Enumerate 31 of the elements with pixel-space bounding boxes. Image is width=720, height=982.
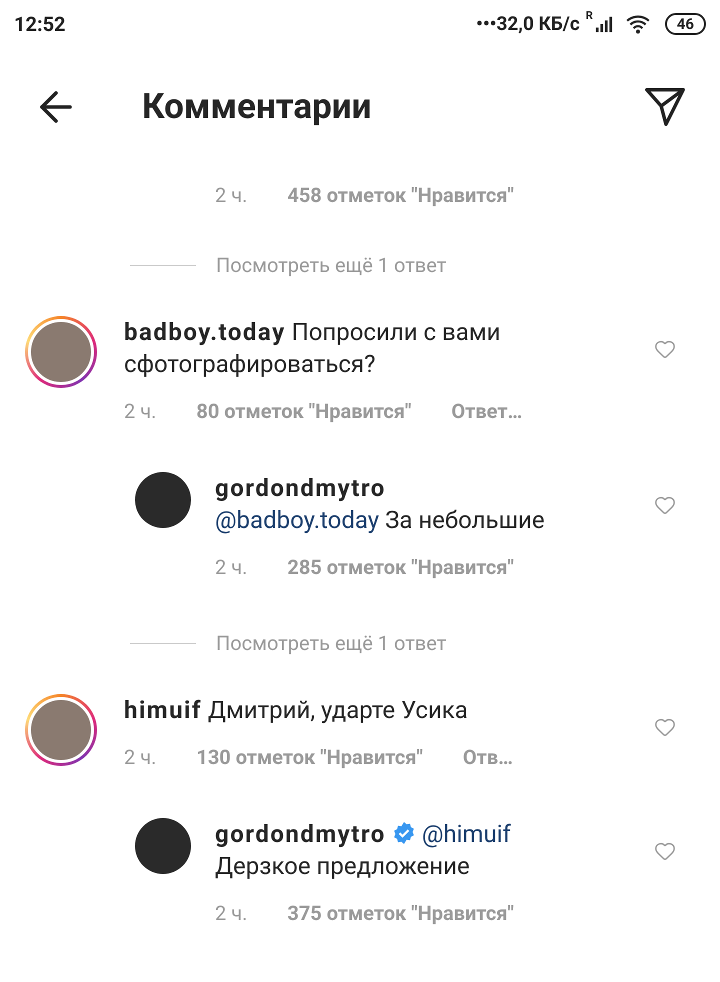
likes-count[interactable]: 80 отметок "Нравится"	[196, 396, 412, 426]
battery-indicator: 46	[664, 13, 706, 35]
timestamp: 2 ч.	[215, 182, 248, 209]
view-more-replies-link[interactable]: Посмотреть ещё 1 ответ	[216, 628, 446, 658]
comment-text: gordondmytro @himuif Дерзкое предложение	[215, 819, 512, 882]
like-heart-icon[interactable]	[654, 716, 676, 738]
timestamp: 2 ч.	[215, 554, 248, 581]
status-time: 12:52	[14, 11, 66, 38]
likes-count[interactable]: 375 отметок "Нравится"	[287, 898, 514, 928]
network-speed: •••32,0 КБ/с	[476, 10, 580, 37]
page-title: Комментарии	[142, 84, 372, 129]
roaming-indicator: R	[586, 8, 593, 24]
likes-count[interactable]: 458 отметок "Нравится"	[287, 180, 514, 210]
view-more-replies-link[interactable]: Посмотреть ещё 1 ответ	[216, 250, 446, 280]
timestamp: 2 ч.	[124, 398, 156, 425]
timestamp: 2 ч.	[215, 900, 248, 927]
comment-text: himuif Дмитрий, ударте Усика	[124, 695, 469, 726]
like-heart-icon[interactable]	[654, 494, 676, 516]
likes-count[interactable]: 130 отметок "Нравится"	[196, 742, 423, 772]
like-heart-icon[interactable]	[654, 338, 676, 360]
timestamp: 2 ч.	[124, 744, 156, 771]
signal-icon	[594, 14, 613, 34]
like-heart-icon[interactable]	[654, 840, 676, 862]
comment-text: badboy.today Попросили с вами сфотографироваться?	[124, 317, 502, 380]
reply-link[interactable]: Отв…	[462, 742, 513, 772]
wifi-icon	[624, 13, 651, 35]
mention-link[interactable]: @himuif	[422, 820, 511, 848]
likes-count[interactable]: 285 отметок "Нравится"	[287, 552, 514, 582]
comment-text: gordondmytro @badboy.today За небольшие	[215, 473, 546, 536]
mention-link[interactable]: @badboy.today	[215, 506, 380, 534]
reply-link[interactable]: Ответ…	[451, 396, 522, 426]
